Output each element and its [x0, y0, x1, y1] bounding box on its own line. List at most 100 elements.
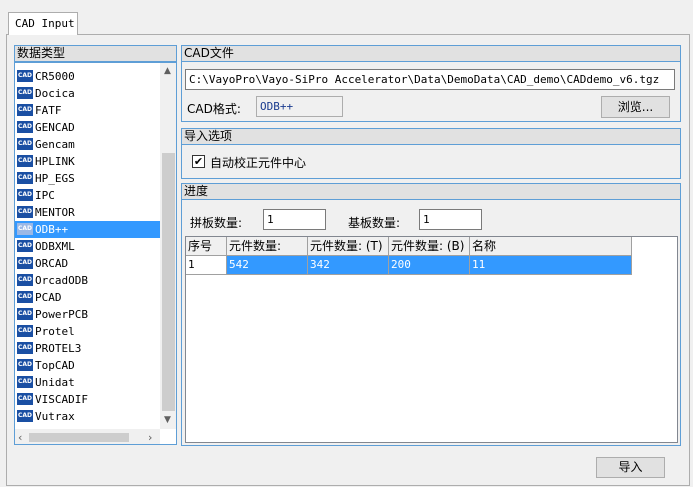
cad-file-icon: CAD [17, 359, 33, 371]
progress-header: 进度 [181, 183, 681, 200]
list-item-label: Gencam [35, 138, 75, 151]
list-item-label: CR5000 [35, 70, 75, 83]
list-item-label: Protel [35, 325, 75, 338]
col-header-index[interactable]: 序号 [186, 237, 227, 256]
scroll-down-icon[interactable]: ▼ [164, 415, 171, 425]
list-item[interactable]: CAD TopCAD [15, 357, 160, 374]
list-item-label: HP_EGS [35, 172, 75, 185]
list-item-label: Vutrax [35, 410, 75, 423]
list-item[interactable]: CAD VISCADIF [15, 391, 160, 408]
col-header-component-count-bottom[interactable]: 元件数量: (B) [389, 237, 470, 256]
cad-file-icon: CAD [17, 138, 33, 150]
import-button[interactable]: 导入 [596, 457, 665, 478]
list-item-label: ODBXML [35, 240, 75, 253]
list-item[interactable]: CAD Gencam [15, 136, 160, 153]
horizontal-scrollbar[interactable]: ‹ › [15, 429, 160, 444]
list-item-label: FATF [35, 104, 62, 117]
list-item-label: TopCAD [35, 359, 75, 372]
list-item[interactable]: CAD OrcadODB [15, 272, 160, 289]
list-item-label: IPC [35, 189, 55, 202]
cad-file-icon: CAD [17, 240, 33, 252]
list-item[interactable]: CAD ORCAD [15, 255, 160, 272]
cad-file-icon: CAD [17, 342, 33, 354]
table-cell[interactable]: 342 [308, 256, 389, 275]
cad-file-header: CAD文件 [181, 45, 681, 62]
list-item[interactable]: CAD ODBXML [15, 238, 160, 255]
list-item-label: HPLINK [35, 155, 75, 168]
cad-file-path-input[interactable]: C:\VayoPro\Vayo-SiPro Accelerator\Data\D… [185, 69, 675, 90]
h-scrollbar-thumb[interactable] [29, 433, 129, 442]
list-item[interactable]: CAD ODB++ [15, 221, 160, 238]
list-item[interactable]: CAD Vutrax [15, 408, 160, 425]
cad-file-icon: CAD [17, 206, 33, 218]
cad-file-icon: CAD [17, 325, 33, 337]
auto-center-label[interactable]: 自动校正元件中心 [210, 154, 306, 171]
table-cell[interactable]: 200 [389, 256, 470, 275]
list-item[interactable]: CAD Docica [15, 85, 160, 102]
cad-file-icon: CAD [17, 172, 33, 184]
cad-file-icon: CAD [17, 410, 33, 422]
cad-format-label: CAD格式: [187, 102, 241, 116]
cad-file-icon: CAD [17, 257, 33, 269]
cad-file-icon: CAD [17, 104, 33, 116]
scroll-left-icon[interactable]: ‹ [18, 431, 22, 444]
cad-file-icon: CAD [17, 70, 33, 82]
scroll-up-icon[interactable]: ▲ [164, 66, 171, 76]
tab-cad-input[interactable]: CAD Input [8, 12, 78, 35]
cad-file-icon: CAD [17, 376, 33, 388]
table-cell[interactable]: 11 [470, 256, 632, 275]
list-item[interactable]: CAD CR5000 [15, 68, 160, 85]
data-type-list[interactable]: CAD CR5000 CAD Docica CAD FATF CAD GENCAD CAD Gen… [14, 62, 177, 445]
list-item-label: GENCAD [35, 121, 75, 134]
list-item-label: OrcadODB [35, 274, 88, 287]
scroll-right-icon[interactable]: › [148, 431, 152, 444]
cad-file-icon: CAD [17, 291, 33, 303]
list-item-label: ORCAD [35, 257, 69, 270]
data-type-header: 数据类型 [14, 45, 177, 62]
cad-file-icon: CAD [17, 155, 33, 167]
list-item[interactable]: CAD PROTEL3 [15, 340, 160, 357]
col-header-component-count[interactable]: 元件数量: [227, 237, 308, 256]
table-cell[interactable]: 1 [186, 256, 227, 275]
col-header-component-count-top[interactable]: 元件数量: (T) [308, 237, 389, 256]
list-item-label: PROTEL3 [35, 342, 82, 355]
list-item-label: Docica [35, 87, 75, 100]
cad-file-icon: CAD [17, 393, 33, 405]
list-item[interactable]: CAD MENTOR [15, 204, 160, 221]
cad-file-icon: CAD [17, 87, 33, 99]
scrollbar-thumb[interactable] [162, 153, 175, 411]
import-options-header: 导入选项 [181, 128, 681, 145]
auto-center-checkbox[interactable]: ✔ [192, 155, 205, 168]
list-item-label: Unidat [35, 376, 75, 389]
list-item[interactable]: CAD GENCAD [15, 119, 160, 136]
table-cell[interactable]: 542 [227, 256, 308, 275]
panel-count-label: 拼板数量: [190, 216, 243, 230]
col-header-name[interactable]: 名称 [470, 237, 632, 256]
list-item-label: PCAD [35, 291, 62, 304]
cad-format-field: ODB++ [256, 96, 343, 117]
substrate-count-input[interactable]: 1 [419, 209, 482, 230]
browse-button[interactable]: 浏览... [601, 96, 670, 118]
list-item[interactable]: CAD Protel [15, 323, 160, 340]
cad-file-icon: CAD [17, 274, 33, 286]
list-item[interactable]: CAD FATF [15, 102, 160, 119]
list-item-label: PowerPCB [35, 308, 88, 321]
cad-file-icon: CAD [17, 189, 33, 201]
list-item[interactable]: CAD PCAD [15, 289, 160, 306]
progress-grid[interactable]: 序号 元件数量: 元件数量: (T) 元件数量: (B) 名称 1 542 34… [185, 236, 678, 443]
list-item-label: ODB++ [35, 223, 69, 236]
cad-file-icon: CAD [17, 223, 33, 235]
substrate-count-label: 基板数量: [348, 216, 401, 230]
vertical-scrollbar[interactable]: ▲ ▼ [160, 63, 176, 429]
list-item[interactable]: CAD IPC [15, 187, 160, 204]
list-item[interactable]: CAD HPLINK [15, 153, 160, 170]
cad-file-icon: CAD [17, 308, 33, 320]
list-item[interactable]: CAD PowerPCB [15, 306, 160, 323]
checkmark-icon: ✔ [193, 155, 204, 168]
list-item[interactable]: CAD Unidat [15, 374, 160, 391]
list-item-label: VISCADIF [35, 393, 88, 406]
list-item-label: MENTOR [35, 206, 75, 219]
panel-count-input[interactable]: 1 [263, 209, 326, 230]
list-item[interactable]: CAD HP_EGS [15, 170, 160, 187]
cad-file-icon: CAD [17, 121, 33, 133]
